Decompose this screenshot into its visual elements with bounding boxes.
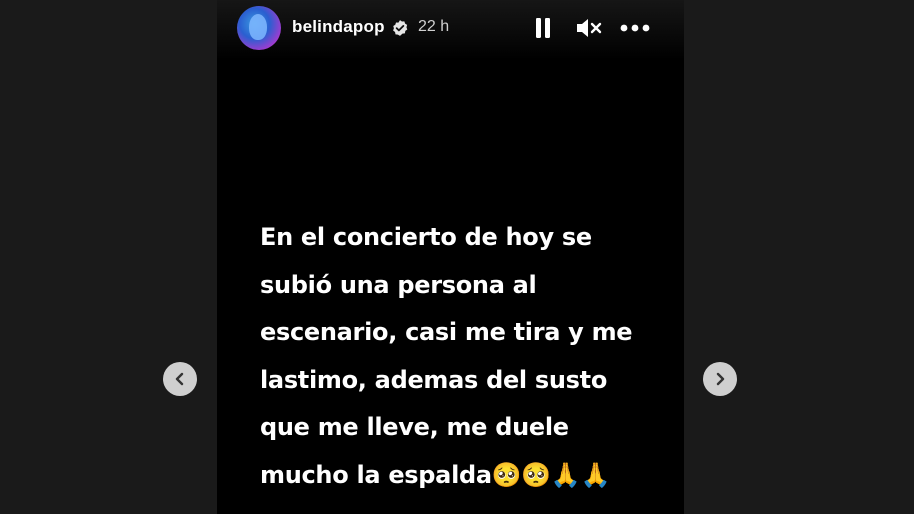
story-text: En el concierto de hoy se subió una pers… [260, 223, 633, 489]
avatar[interactable] [237, 6, 281, 50]
more-horizontal-icon [620, 24, 650, 32]
story-header: belindapop 22 h [217, 0, 684, 60]
timestamp: 22 h [418, 18, 450, 35]
story-viewer: belindapop 22 h En el concierto de hoy s… [217, 0, 684, 514]
chevron-left-icon [175, 372, 184, 386]
avatar-face [249, 14, 267, 40]
chevron-right-icon [716, 372, 725, 386]
pause-button[interactable] [531, 16, 555, 40]
previous-story-button[interactable] [163, 362, 197, 396]
muted-speaker-icon [577, 19, 602, 37]
more-options-button[interactable] [619, 18, 651, 38]
mute-button[interactable] [575, 16, 603, 40]
username[interactable]: belindapop [292, 17, 385, 37]
pause-icon [536, 18, 550, 38]
next-story-button[interactable] [703, 362, 737, 396]
verified-badge-icon [393, 20, 408, 36]
